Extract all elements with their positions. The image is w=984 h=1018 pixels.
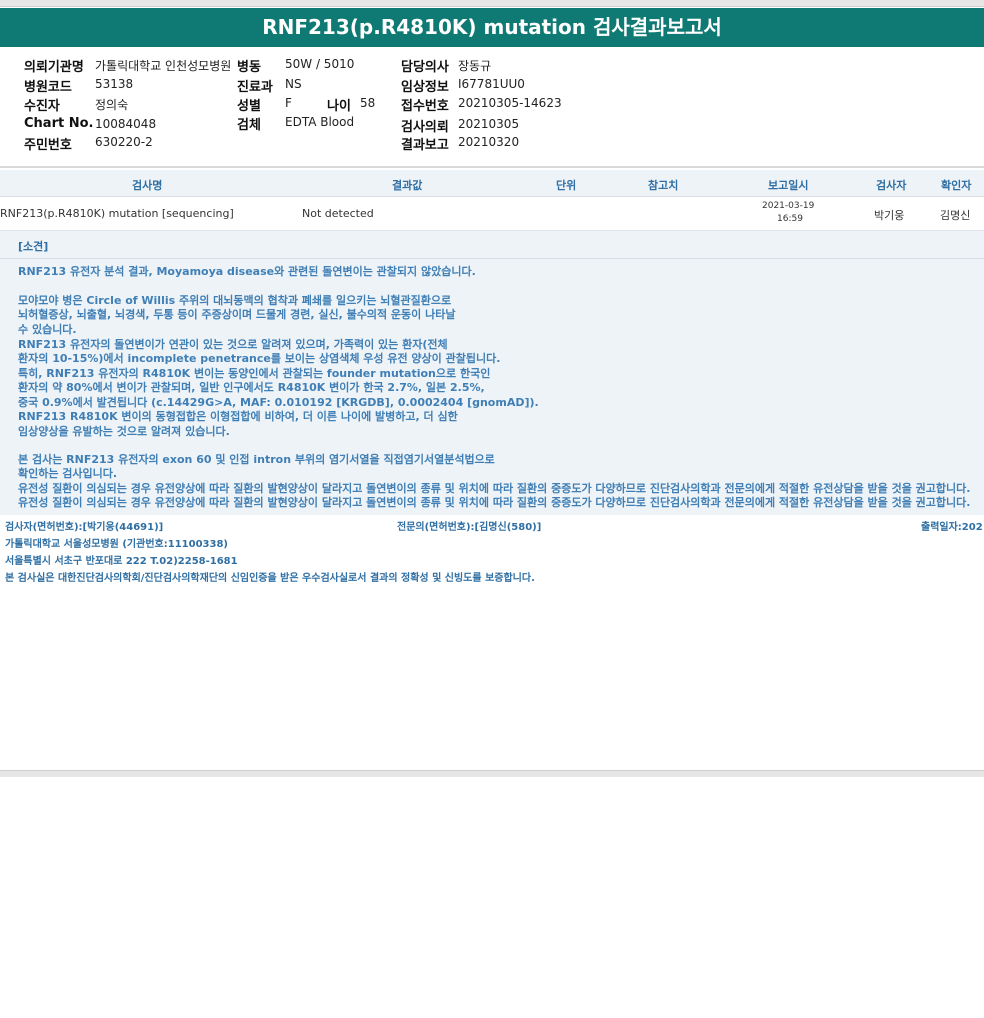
findings-line: 특히, RNF213 유전자의 R4810K 변이는 동양인에서 관찰되는 fo… <box>18 367 491 380</box>
findings-body: RNF213 유전자 분석 결과, Moyamoya disease와 관련된 … <box>0 259 984 515</box>
institution-value: 가톨릭대학교 인천성모병원 <box>95 59 232 73</box>
dept-label: 진료과 <box>237 80 273 95</box>
findings-line: RNF213 유전자 분석 결과, Moyamoya disease와 관련된 … <box>18 265 476 278</box>
result-report-label: 결과보고 <box>401 138 449 153</box>
sex-label: 성별 <box>237 99 261 114</box>
col-confirmer: 확인자 <box>941 179 972 192</box>
col-test-name: 검사명 <box>132 179 163 192</box>
ward-value: 50W / 5010 <box>285 57 355 71</box>
findings-heading-bar: [소견] <box>0 231 984 259</box>
clinical-value: I67781UU0 <box>458 77 525 91</box>
cell-test-name: RNF213(p.R4810K) mutation [sequencing] <box>0 207 234 220</box>
receipt-value: 20210305-14623 <box>458 96 562 110</box>
findings-line: 모야모야 병은 Circle of Willis 주위의 대뇌동맥의 협착과 폐… <box>18 294 452 307</box>
sex-value: F <box>285 96 292 110</box>
receipt-label: 접수번호 <box>401 99 449 114</box>
findings-line: 유전성 질환이 의심되는 경우 유전양상에 따라 질환의 발현양상이 달라지고 … <box>18 482 971 495</box>
table-top-divider <box>0 166 984 168</box>
footer-print-date: 출력일자:202 <box>921 522 983 533</box>
age-value: 58 <box>360 96 376 110</box>
findings-line: 본 검사는 RNF213 유전자의 exon 60 및 인접 intron 부위… <box>18 453 495 466</box>
hospital-code-label: 병원코드 <box>24 80 72 95</box>
cell-report-date: 2021-03-19 <box>762 201 815 211</box>
col-unit: 단위 <box>556 179 577 192</box>
findings-line: 임상양상을 유발하는 것으로 알려져 있습니다. <box>18 425 230 438</box>
result-report-value: 20210320 <box>458 135 520 149</box>
recipient-value: 정의숙 <box>95 98 129 112</box>
chart-value: 10084048 <box>95 117 157 131</box>
rrn-label: 주민번호 <box>24 138 72 153</box>
cell-report-time: 16:59 <box>777 214 803 224</box>
results-table-header: 검사명 결과값 단위 참고치 보고일시 검사자 확인자 <box>0 170 984 197</box>
ward-label: 병동 <box>237 60 261 75</box>
findings-line: 환자의 약 80%에서 변이가 관찰되며, 일반 인구에서도 R4810K 변이… <box>18 381 485 394</box>
age-label: 나이 <box>327 99 351 114</box>
footer-address: 서울특별시 서초구 반포대로 222 T.02)2258-1681 <box>5 556 238 567</box>
col-tester: 검사자 <box>876 179 907 192</box>
col-report-date: 보고일시 <box>768 179 809 192</box>
patient-info-section: 의뢰기관명 가톨릭대학교 인천성모병원 병동 50W / 5010 담당의사 장… <box>0 47 984 165</box>
request-label: 검사의뢰 <box>401 120 449 135</box>
findings-line: RNF213 R4810K 변이의 동형접합은 이형접합에 비하여, 더 이른 … <box>18 410 458 423</box>
request-value: 20210305 <box>458 117 520 131</box>
cell-tester: 박기웅 <box>874 209 905 222</box>
footer-hospital: 가톨릭대학교 서울성모병원 (기관번호:11100338) <box>5 539 228 550</box>
clinical-label: 임상정보 <box>401 80 449 95</box>
recipient-label: 수진자 <box>24 99 60 114</box>
chart-label: Chart No. <box>24 116 94 131</box>
cell-confirmer: 김명신 <box>940 209 971 222</box>
findings-line: 수 있습니다. <box>18 323 77 336</box>
findings-heading: [소견] <box>18 240 49 253</box>
specimen-value: EDTA Blood <box>285 115 355 129</box>
footer-tester: 검사자(면허번호):[박기웅(44691)] <box>5 522 164 533</box>
findings-line: RNF213 유전자의 돌연변이가 연관이 있는 것으로 알려져 있으며, 가족… <box>18 338 448 351</box>
rrn-value: 630220-2 <box>95 135 153 149</box>
findings-line: 환자의 10-15%)에서 incomplete penetrance를 보이는… <box>18 352 501 365</box>
specimen-label: 검체 <box>237 118 261 133</box>
top-border <box>0 0 984 7</box>
findings-line: 중국 0.9%에서 발견됩니다 (c.14429G>A, MAF: 0.0101… <box>18 396 539 409</box>
table-row[interactable]: RNF213(p.R4810K) mutation [sequencing] N… <box>0 197 984 231</box>
footer-specialist: 전문의(면허번호):[김명신(580)] <box>397 522 542 533</box>
doctor-value: 장동규 <box>458 59 492 73</box>
col-result: 결과값 <box>392 179 423 192</box>
dept-value: NS <box>285 77 302 91</box>
findings-line: 유전성 질환이 의심되는 경우 유전양상에 따라 질환의 발현양상이 달라지고 … <box>18 496 971 509</box>
col-reference: 참고치 <box>648 179 679 192</box>
report-title: RNF213(p.R4810K) mutation 검사결과보고서 <box>0 8 984 47</box>
hospital-code-value: 53138 <box>95 77 134 91</box>
cell-result: Not detected <box>302 207 374 220</box>
bottom-border <box>0 770 984 777</box>
footer-certification: 본 검사실은 대한진단검사의학회/진단검사의학재단의 신임인증을 받은 우수검사… <box>5 573 535 584</box>
institution-label: 의뢰기관명 <box>24 60 84 75</box>
findings-line: 확인하는 검사입니다. <box>18 467 118 480</box>
findings-line: 뇌허혈증상, 뇌출혈, 뇌경색, 두통 등이 주증상이며 드물게 경련, 실신,… <box>18 308 456 321</box>
doctor-label: 담당의사 <box>401 60 449 75</box>
